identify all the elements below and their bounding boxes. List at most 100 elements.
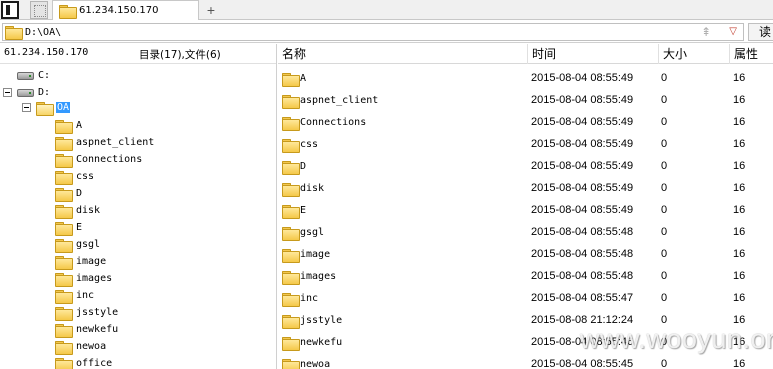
file-row[interactable]: disk 2015-08-04 08:55:49 0 16 xyxy=(278,178,773,200)
folder-icon xyxy=(55,136,73,151)
folder-icon xyxy=(282,205,300,219)
file-row[interactable]: inc 2015-08-04 08:55:47 0 16 xyxy=(278,288,773,310)
file-size: 0 xyxy=(661,248,668,260)
column-time[interactable]: 时间 xyxy=(528,44,659,64)
file-name: A xyxy=(300,73,307,84)
file-size: 0 xyxy=(661,182,668,194)
tree-item-folder[interactable]: newkefu xyxy=(55,321,118,338)
folder-icon xyxy=(282,183,300,197)
tree-item-folder[interactable]: disk xyxy=(55,202,100,219)
tree-item-folder[interactable]: images xyxy=(55,270,112,287)
file-row[interactable]: aspnet_client 2015-08-04 08:55:49 0 16 xyxy=(278,90,773,112)
folder-icon xyxy=(59,4,77,19)
file-size: 0 xyxy=(661,270,668,282)
file-time: 2015-08-04 08:55:49 xyxy=(531,160,634,172)
file-row[interactable]: gsgl 2015-08-04 08:55:48 0 16 xyxy=(278,222,773,244)
tree-item-label: image xyxy=(76,256,107,267)
file-attr: 16 xyxy=(733,226,746,238)
folder-icon xyxy=(282,161,300,175)
file-row[interactable]: images 2015-08-04 08:55:48 0 16 xyxy=(278,266,773,288)
file-time: 2015-08-04 08:55:48 xyxy=(531,270,634,282)
folder-icon xyxy=(282,337,300,351)
column-header: 名称 时间 大小 属性 xyxy=(278,44,773,64)
chevron-down-icon[interactable]: ▽ xyxy=(729,24,737,40)
drive-icon xyxy=(17,71,34,80)
tree-item-label: images xyxy=(76,273,113,284)
folder-icon xyxy=(282,73,300,87)
folder-tree-panel: 61.234.150.170 目录(17),文件(6) C: D: OA Aaspne… xyxy=(0,44,277,369)
column-size[interactable]: 大小 xyxy=(659,44,730,64)
file-row[interactable]: A 2015-08-04 08:55:49 0 16 xyxy=(278,68,773,90)
file-attr: 16 xyxy=(733,116,746,128)
file-name: images xyxy=(300,271,337,282)
file-time: 2015-08-04 08:55:49 xyxy=(531,116,634,128)
tree-item-folder[interactable]: css xyxy=(55,168,94,185)
file-row[interactable]: D 2015-08-04 08:55:49 0 16 xyxy=(278,156,773,178)
tab-label: 61.234.150.170 xyxy=(79,5,159,16)
file-name: image xyxy=(300,249,331,260)
collapse-toggle[interactable] xyxy=(3,88,12,97)
tree-item-label: E xyxy=(76,222,83,233)
tree-item-label: newoa xyxy=(76,341,107,352)
file-row[interactable]: Connections 2015-08-04 08:55:49 0 16 xyxy=(278,112,773,134)
file-name: newoa xyxy=(300,359,331,369)
file-row[interactable]: image 2015-08-04 08:55:48 0 16 xyxy=(278,244,773,266)
file-row[interactable]: E 2015-08-04 08:55:49 0 16 xyxy=(278,200,773,222)
file-time: 2015-08-04 08:55:49 xyxy=(531,204,634,216)
folder-icon xyxy=(55,289,73,304)
tree-item-folder[interactable]: A xyxy=(55,117,82,134)
file-row[interactable]: newoa 2015-08-04 08:55:45 0 16 xyxy=(278,354,773,369)
blank-tab-button[interactable] xyxy=(30,1,48,19)
file-size: 0 xyxy=(661,72,668,84)
file-time: 2015-08-04 08:55:49 xyxy=(531,138,634,150)
tree-item-folder[interactable]: image xyxy=(55,253,106,270)
tree-item-drive[interactable]: C: xyxy=(17,67,50,84)
column-name[interactable]: 名称 xyxy=(278,44,528,64)
file-name: jsstyle xyxy=(300,315,343,326)
tree-item-label: D: xyxy=(38,87,51,98)
file-time: 2015-08-04 08:55:47 xyxy=(531,292,634,304)
tree-item-label: OA xyxy=(56,102,71,113)
file-row[interactable]: css 2015-08-04 08:55:49 0 16 xyxy=(278,134,773,156)
folder-icon xyxy=(282,293,300,307)
path-up-icon[interactable]: ⇞ xyxy=(701,24,711,40)
folder-icon xyxy=(282,95,300,109)
folder-icon xyxy=(55,204,73,219)
folder-icon xyxy=(55,340,73,355)
folder-icon xyxy=(55,170,73,185)
tree-item-folder[interactable]: D xyxy=(55,185,82,202)
tree-item-label: jsstyle xyxy=(76,307,119,318)
file-size: 0 xyxy=(661,292,668,304)
file-name: Connections xyxy=(300,117,367,128)
tree-header: 61.234.150.170 目录(17),文件(6) xyxy=(0,44,276,64)
file-size: 0 xyxy=(661,204,668,216)
path-input[interactable]: D:\OA\ ⇞ ▽ xyxy=(2,23,744,41)
file-name: css xyxy=(300,139,319,150)
tree-item-folder[interactable]: Connections xyxy=(55,151,142,168)
file-size: 0 xyxy=(661,160,668,172)
tree-item-label: gsgl xyxy=(76,239,101,250)
read-button[interactable]: 读 xyxy=(748,23,773,41)
panel-toggle-button[interactable] xyxy=(1,1,19,19)
tree-item-folder[interactable]: aspnet_client xyxy=(55,134,154,151)
collapse-toggle[interactable] xyxy=(22,103,31,112)
tree-item-folder[interactable]: jsstyle xyxy=(55,304,118,321)
tree-item-folder[interactable]: office xyxy=(55,355,112,369)
path-value: D:\OA\ xyxy=(25,26,62,38)
file-attr: 16 xyxy=(733,248,746,260)
add-tab-icon[interactable]: + xyxy=(203,1,219,19)
tab-host[interactable]: 61.234.150.170 xyxy=(52,0,199,20)
tree-item-folder[interactable]: newoa xyxy=(55,338,106,355)
folder-icon xyxy=(55,357,73,369)
file-size: 0 xyxy=(661,138,668,150)
watermark: www.wooyun.org xyxy=(580,324,773,354)
file-attr: 16 xyxy=(733,94,746,106)
file-size: 0 xyxy=(661,358,668,369)
tree-item-folder[interactable]: inc xyxy=(55,287,94,304)
tree-item-current-folder[interactable]: OA xyxy=(22,99,71,116)
file-attr: 16 xyxy=(733,358,746,369)
tree-item-folder[interactable]: E xyxy=(55,219,82,236)
tree-item-folder[interactable]: gsgl xyxy=(55,236,100,253)
tree-item-label: inc xyxy=(76,290,95,301)
column-attr[interactable]: 属性 xyxy=(730,44,773,64)
